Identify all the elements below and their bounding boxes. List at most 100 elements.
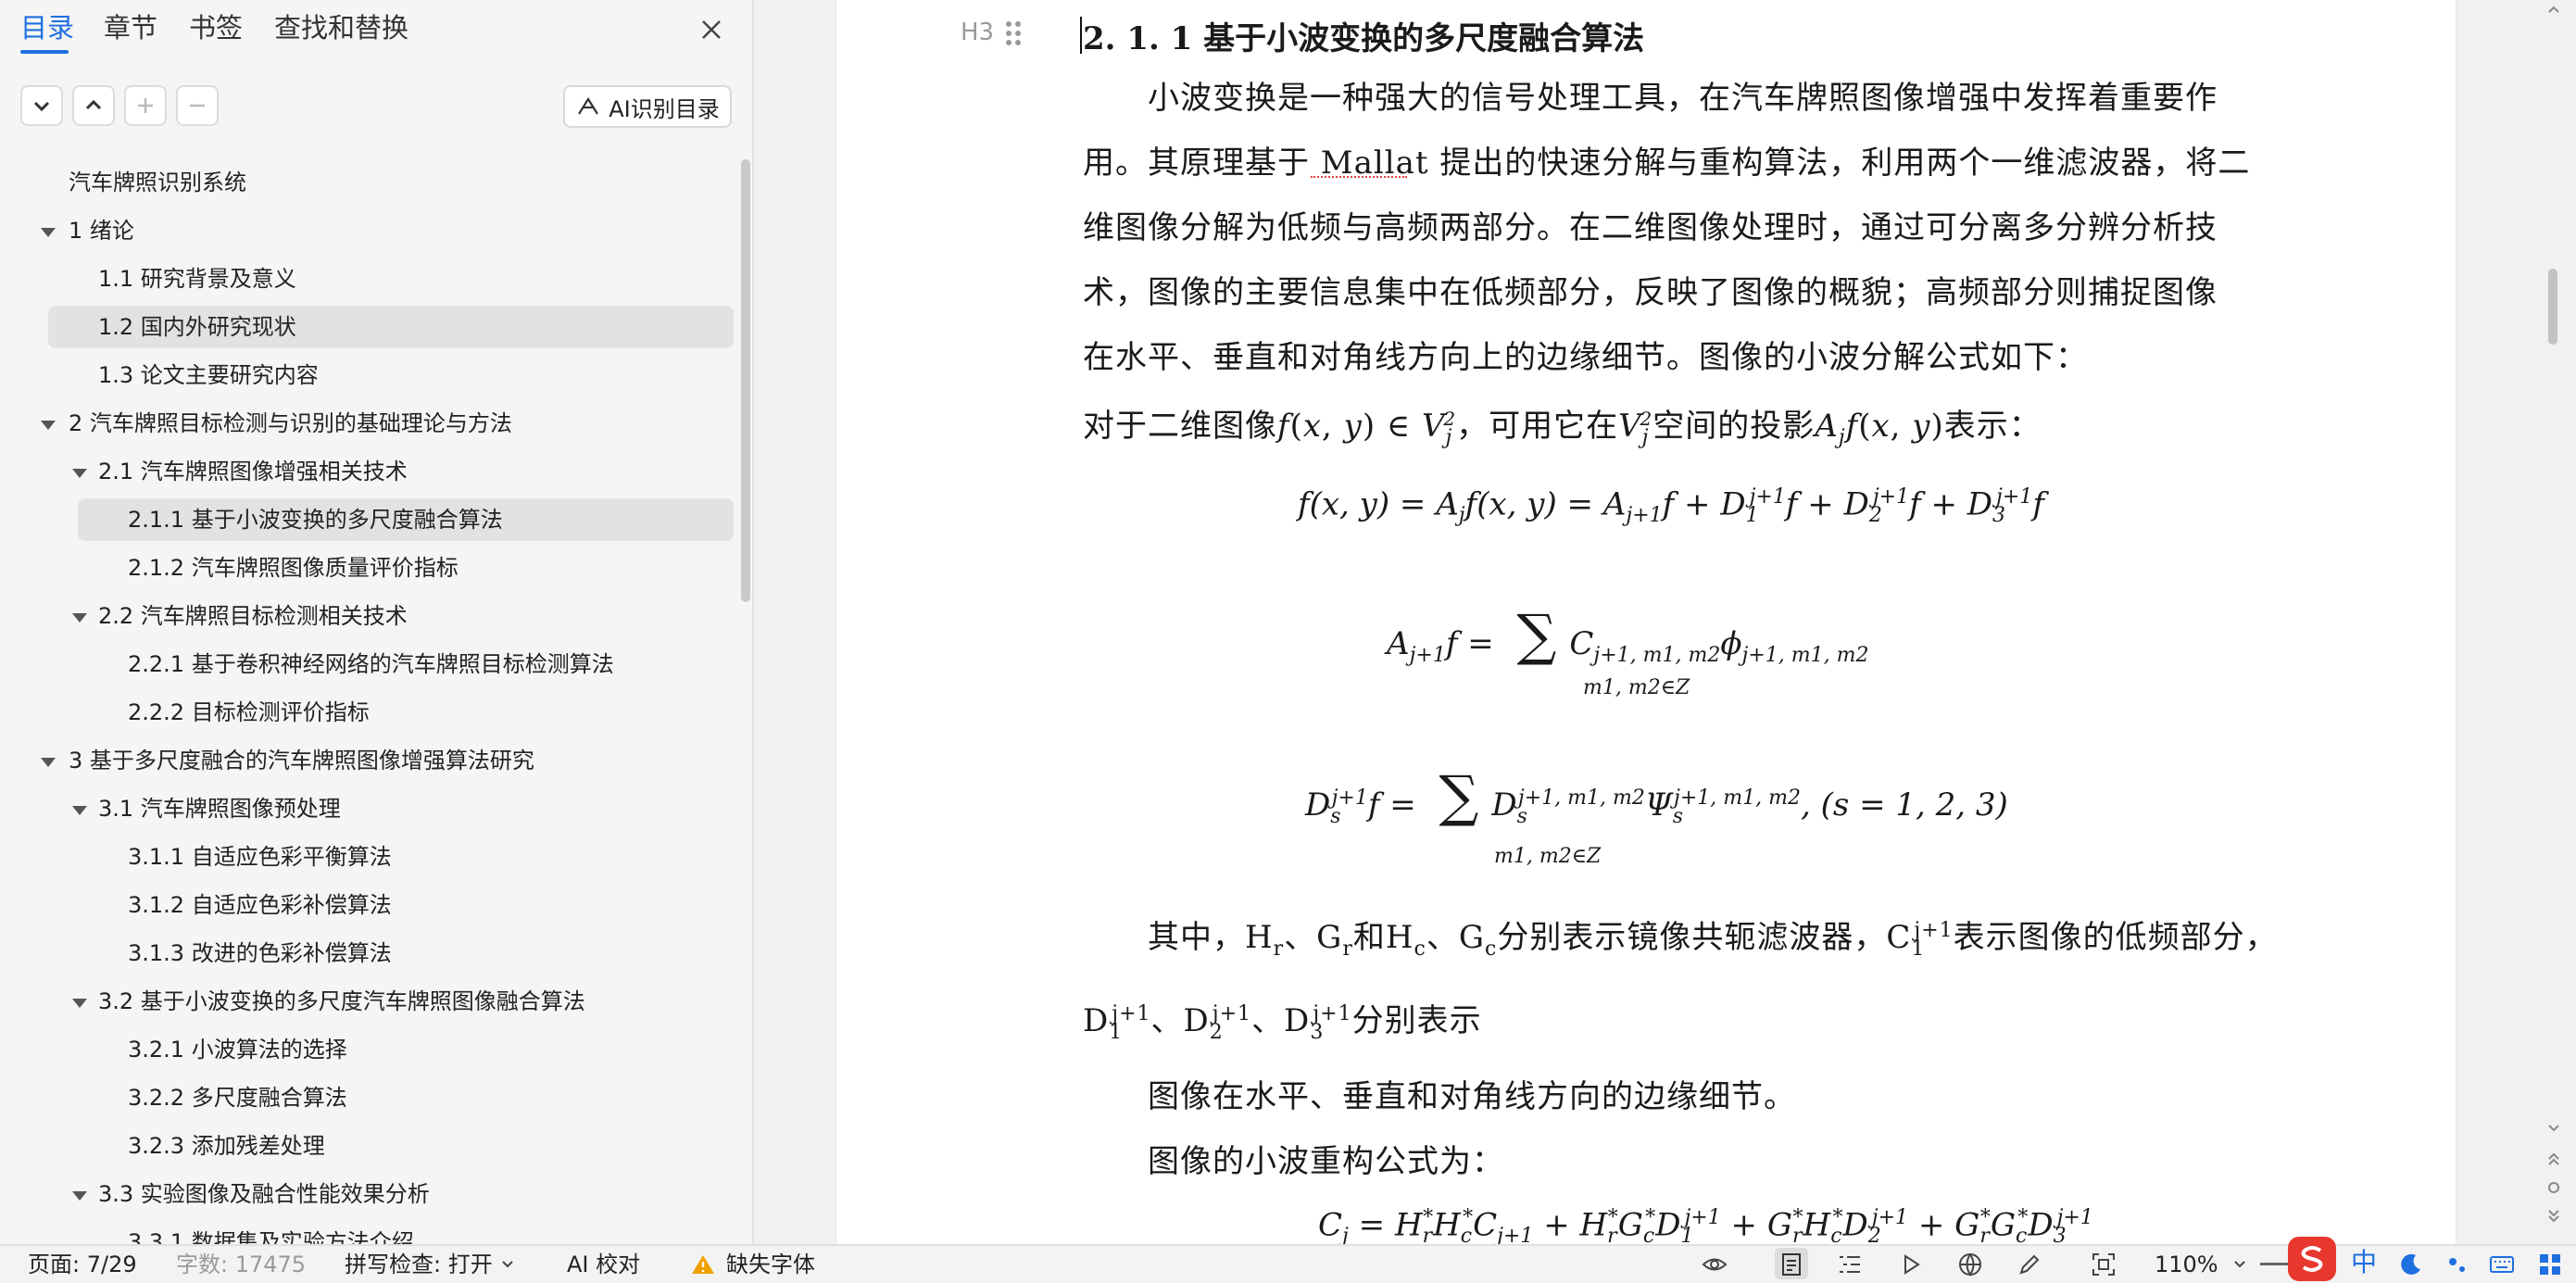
tab-chapters[interactable]: 章节 bbox=[104, 9, 157, 46]
zoom-level[interactable]: 110% bbox=[2155, 1250, 2218, 1279]
zoom-slider[interactable] bbox=[2260, 1263, 2288, 1265]
toc-item[interactable]: 3.1.1 自适应色彩平衡算法 bbox=[128, 836, 392, 878]
moon-icon[interactable] bbox=[2397, 1251, 2425, 1278]
caret-down-icon[interactable] bbox=[72, 613, 87, 623]
caret-down-icon[interactable] bbox=[72, 999, 87, 1008]
toc-item[interactable]: 3.1 汽车牌照图像预处理 bbox=[98, 787, 341, 830]
toc-item[interactable]: 3.3.1 数据集及实验方法介绍 bbox=[128, 1221, 414, 1244]
ime-mode-chinese[interactable]: 中 bbox=[2351, 1248, 2377, 1277]
previous-page-icon[interactable] bbox=[2545, 1149, 2563, 1169]
paragraph-line: 图像在水平、垂直和对角线方向的边缘细节。 bbox=[1148, 1078, 1796, 1115]
toc-item[interactable]: 1 绪论 bbox=[69, 209, 134, 252]
tab-find-replace[interactable]: 查找和替换 bbox=[274, 9, 408, 46]
toc-item-label: 2.2 汽车牌照目标检测相关技术 bbox=[98, 603, 408, 629]
toc-item[interactable]: 3.3 实验图像及融合性能效果分析 bbox=[98, 1173, 430, 1215]
toc-item[interactable]: 2.2.2 目标检测评价指标 bbox=[128, 691, 370, 734]
caret-down-icon[interactable] bbox=[72, 806, 87, 815]
paragraph-line: 小波变换是一种强大的信号处理工具，在汽车牌照图像增强中发挥着重要作 bbox=[1148, 80, 2218, 117]
chevron-down-icon[interactable] bbox=[2232, 1259, 2247, 1270]
word-count[interactable]: 字数: 17475 bbox=[176, 1250, 306, 1279]
toc-item[interactable]: 1.1 研究背景及意义 bbox=[98, 258, 296, 300]
toc-item[interactable]: 1.3 论文主要研究内容 bbox=[98, 354, 319, 396]
ime-menu-icon[interactable] bbox=[2536, 1251, 2564, 1278]
toc-item[interactable]: 汽车牌照识别系统 bbox=[69, 161, 246, 204]
collapse-level-button[interactable] bbox=[20, 85, 63, 126]
toc-item[interactable]: 3.2.1 小波算法的选择 bbox=[128, 1028, 347, 1071]
scrollbar-thumb[interactable] bbox=[2548, 269, 2557, 345]
text-run: 表示： bbox=[1943, 408, 2042, 445]
tab-bookmarks[interactable]: 书签 bbox=[189, 9, 243, 46]
pen-icon[interactable] bbox=[2016, 1251, 2043, 1278]
toc-item-label: 3 基于多尺度融合的汽车牌照图像增强算法研究 bbox=[69, 748, 534, 774]
paragraph-line: 对于二维图像f(x, y) ∈ Vj2，可用它在Vj2空间的投影Ajf(x, y… bbox=[1083, 407, 2042, 449]
punctuation-icon[interactable] bbox=[2444, 1251, 2471, 1278]
toc-item-label: 3.1.2 自适应色彩补偿算法 bbox=[128, 892, 392, 918]
document-scrollbar[interactable] bbox=[2545, 0, 2563, 1244]
outline-view-icon[interactable] bbox=[1836, 1251, 1864, 1278]
status-bar: 页面: 7/29 字数: 17475 拼写检查: 打开 AI 校对 缺失字体 1… bbox=[0, 1237, 2576, 1283]
toc-item[interactable]: 3.1.3 改进的色彩补偿算法 bbox=[128, 932, 392, 975]
caret-down-icon[interactable] bbox=[41, 228, 56, 237]
toc-item[interactable]: 3.2 基于小波变换的多尺度汽车牌照图像融合算法 bbox=[98, 980, 585, 1023]
toc-item-label: 3.2.1 小波算法的选择 bbox=[128, 1037, 347, 1063]
caret-down-icon[interactable] bbox=[72, 469, 87, 478]
toc-item-label: 3.1.1 自适应色彩平衡算法 bbox=[128, 844, 392, 870]
scroll-up-arrow-icon[interactable] bbox=[2545, 2, 2563, 17]
scroll-down-arrow-icon[interactable] bbox=[2545, 1121, 2563, 1136]
ai-toc-label: AI识别目录 bbox=[609, 95, 720, 122]
toc-item[interactable]: 3.1.2 自适应色彩补偿算法 bbox=[128, 884, 392, 926]
toc-item-label: 2 汽车牌照目标检测与识别的基础理论与方法 bbox=[69, 410, 512, 436]
paragraph-line: 图像的小波重构公式为： bbox=[1148, 1143, 1504, 1180]
missing-font-button[interactable]: 缺失字体 bbox=[726, 1250, 815, 1279]
expand-level-button[interactable] bbox=[72, 85, 115, 126]
caret-down-icon[interactable] bbox=[72, 1191, 87, 1201]
toc-item[interactable]: 1.2 国内外研究现状 bbox=[48, 306, 734, 348]
ai-toc-button[interactable]: AI识别目录 bbox=[563, 85, 732, 128]
page-indicator[interactable]: 页面: 7/29 bbox=[28, 1250, 137, 1279]
drag-handle-icon[interactable] bbox=[1003, 19, 1024, 48]
paragraph-line: 在水平、垂直和对角线方向上的边缘细节。图像的小波分解公式如下： bbox=[1083, 339, 2088, 376]
keyboard-icon[interactable] bbox=[2488, 1251, 2516, 1278]
page-view-icon[interactable] bbox=[1778, 1251, 1805, 1278]
equation-reconstruction: Cj = Hr*Hc*Cj+1 + Hr*Gc*D1j+1 + Gr*Hc*D2… bbox=[1318, 1206, 2093, 1244]
sidebar-scrollbar[interactable] bbox=[741, 159, 750, 602]
next-page-icon[interactable] bbox=[2545, 1206, 2563, 1226]
chevron-down-icon[interactable] bbox=[500, 1259, 515, 1270]
text-run: 空间的投影 bbox=[1652, 408, 1816, 445]
document-page[interactable]: H3 2. 1. 1 基于小波变换的多尺度融合算法 小波变换是一种强大的信号处理… bbox=[836, 0, 2457, 1244]
select-browse-object-icon[interactable] bbox=[2545, 1178, 2563, 1197]
toc-item-label: 1.3 论文主要研究内容 bbox=[98, 362, 319, 388]
close-pane-button[interactable] bbox=[693, 11, 730, 48]
toc-item[interactable]: 2.1.2 汽车牌照图像质量评价指标 bbox=[128, 547, 459, 589]
section-heading: 2. 1. 1 基于小波变换的多尺度融合算法 bbox=[1083, 20, 1645, 57]
warning-icon bbox=[692, 1255, 714, 1274]
sogou-ime-logo[interactable] bbox=[2288, 1237, 2336, 1281]
web-view-icon[interactable] bbox=[1956, 1251, 1984, 1278]
toc-item-current[interactable]: 2.1.1 基于小波变换的多尺度融合算法 bbox=[78, 498, 734, 541]
toc-item[interactable]: 3.2.2 多尺度融合算法 bbox=[128, 1076, 347, 1119]
ai-proofread-button[interactable]: AI 校对 bbox=[567, 1250, 640, 1279]
equation-decomposition: f(x, y) = Ajf(x, y) = Aj+1f + D1j+1f + D… bbox=[1298, 485, 2044, 528]
remove-heading-button[interactable] bbox=[176, 85, 219, 126]
tab-toc[interactable]: 目录 bbox=[20, 9, 74, 46]
toc-item[interactable]: 3.2.3 添加残差处理 bbox=[128, 1125, 325, 1167]
toc-item[interactable]: 2.2 汽车牌照目标检测相关技术 bbox=[98, 595, 408, 637]
spell-check-toggle[interactable]: 拼写检查: 打开 bbox=[345, 1250, 493, 1279]
toc-item-label: 2.1.1 基于小波变换的多尺度融合算法 bbox=[128, 507, 503, 533]
caret-down-icon[interactable] bbox=[41, 758, 56, 767]
toc-item[interactable]: 2 汽车牌照目标检测与识别的基础理论与方法 bbox=[69, 402, 512, 445]
play-icon[interactable] bbox=[1897, 1251, 1925, 1278]
toc-item[interactable]: 3 基于多尺度融合的汽车牌照图像增强算法研究 bbox=[69, 739, 534, 782]
eye-protection-icon[interactable] bbox=[1701, 1251, 1728, 1278]
heading-level-marker[interactable]: H3 bbox=[961, 19, 994, 46]
active-tab-indicator bbox=[20, 50, 69, 54]
text-run: 表示图像的低频部分， bbox=[1953, 919, 2278, 956]
equation-range: (s = 1, 2, 3) bbox=[1820, 786, 2008, 824]
add-heading-button[interactable] bbox=[124, 85, 167, 126]
toc-item[interactable]: 2.1 汽车牌照图像增强相关技术 bbox=[98, 450, 408, 493]
toc-item[interactable]: 2.2.1 基于卷积神经网络的汽车牌照目标检测算法 bbox=[128, 643, 614, 686]
fit-page-icon[interactable] bbox=[2090, 1251, 2117, 1278]
caret-down-icon[interactable] bbox=[41, 421, 56, 430]
toc-item-label: 3.1 汽车牌照图像预处理 bbox=[98, 796, 341, 822]
text-run: 分别表示镜像共轭滤波器， bbox=[1497, 919, 1887, 956]
